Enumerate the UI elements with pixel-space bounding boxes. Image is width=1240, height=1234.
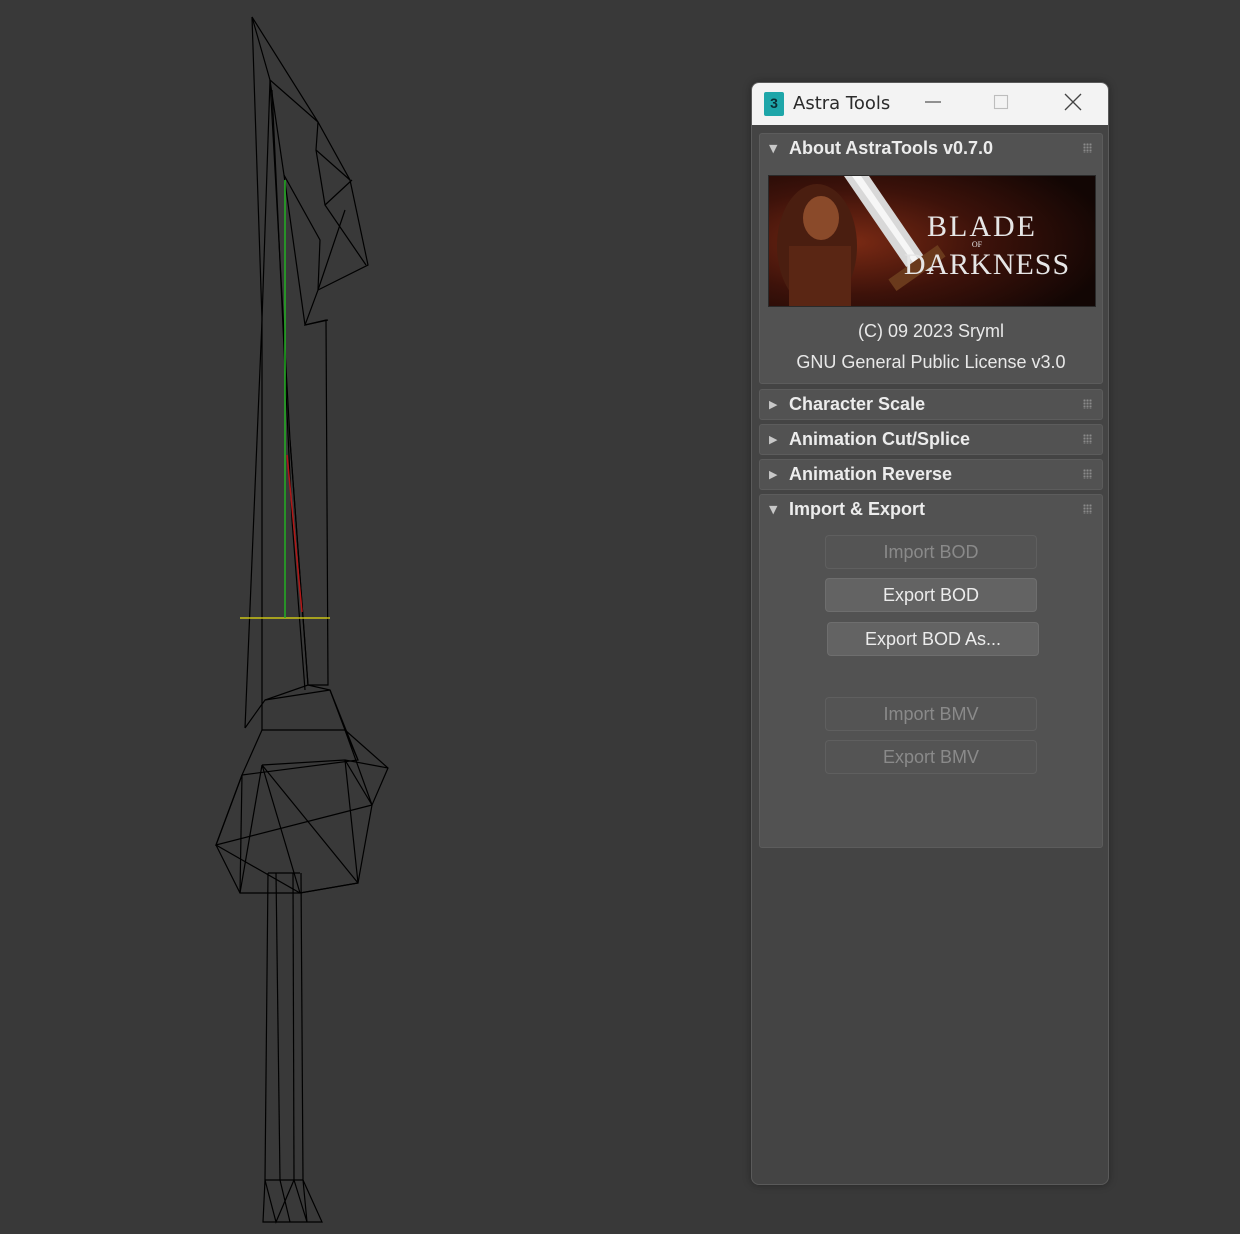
close-icon: [1064, 93, 1082, 115]
astra-tools-window: 3 Astra Tools ▼ About AstraTools v0.7.0: [751, 82, 1109, 1185]
rollout-character-scale[interactable]: ▶ Character Scale: [759, 389, 1103, 420]
drag-grip-icon[interactable]: [1083, 143, 1092, 153]
rollout-import-export-header[interactable]: ▼ Import & Export: [760, 495, 1102, 527]
chevron-right-icon: ▶: [769, 468, 778, 481]
rollout-anim-reverse-header[interactable]: ▶ Animation Reverse: [760, 460, 1102, 492]
rollout-character-scale-header[interactable]: ▶ Character Scale: [760, 390, 1102, 422]
rollout-anim-cut-splice-title: Animation Cut/Splice: [789, 429, 971, 449]
rollout-anim-reverse[interactable]: ▶ Animation Reverse: [759, 459, 1103, 490]
drag-grip-icon[interactable]: [1083, 434, 1092, 444]
chevron-right-icon: ▶: [769, 433, 778, 446]
maximize-button[interactable]: [978, 83, 1024, 125]
import-bmv-button[interactable]: Import BMV: [825, 697, 1037, 731]
title-bar[interactable]: 3 Astra Tools: [752, 83, 1108, 125]
chevron-down-icon: ▼: [769, 503, 778, 516]
minimize-button[interactable]: [910, 83, 956, 125]
copyright-text: (C) 09 2023 Sryml: [857, 321, 1005, 341]
rollout-anim-cut-splice[interactable]: ▶ Animation Cut/Splice: [759, 424, 1103, 455]
rollout-about-title: About AstraTools v0.7.0: [789, 138, 994, 158]
export-bod-as-button[interactable]: Export BOD As...: [827, 622, 1039, 656]
export-bod-button[interactable]: Export BOD: [825, 578, 1037, 612]
chevron-right-icon: ▶: [769, 398, 778, 411]
drag-grip-icon[interactable]: [1083, 399, 1092, 409]
drag-grip-icon[interactable]: [1083, 469, 1092, 479]
maximize-icon: [992, 93, 1010, 115]
close-button[interactable]: [1050, 83, 1096, 125]
banner-line3: DARKNESS: [904, 248, 1070, 281]
rollout-character-scale-title: Character Scale: [789, 394, 926, 414]
drag-grip-icon[interactable]: [1083, 504, 1092, 514]
rollout-import-export: ▼ Import & Export Import BOD Export BOD …: [759, 494, 1103, 848]
rollout-anim-reverse-title: Animation Reverse: [789, 464, 953, 484]
3dsmax-icon: 3: [764, 92, 784, 116]
rollout-import-export-title: Import & Export: [789, 499, 926, 519]
window-title: Astra Tools: [793, 93, 891, 114]
import-bod-button[interactable]: Import BOD: [825, 535, 1037, 569]
svg-text:3: 3: [770, 95, 778, 111]
rollout-about: ▼ About AstraTools v0.7.0 BLADE OF DARKN…: [759, 133, 1103, 384]
blade-of-darkness-banner: BLADE OF DARKNESS: [768, 175, 1096, 307]
rollout-about-header[interactable]: ▼ About AstraTools v0.7.0: [760, 134, 1102, 166]
banner-line1: BLADE: [927, 210, 1037, 243]
chevron-down-icon: ▼: [769, 142, 778, 155]
rollout-anim-cut-splice-header[interactable]: ▶ Animation Cut/Splice: [760, 425, 1102, 457]
minimize-icon: [924, 93, 942, 115]
export-bmv-button[interactable]: Export BMV: [825, 740, 1037, 774]
license-text: GNU General Public License v3.0: [796, 352, 1066, 372]
